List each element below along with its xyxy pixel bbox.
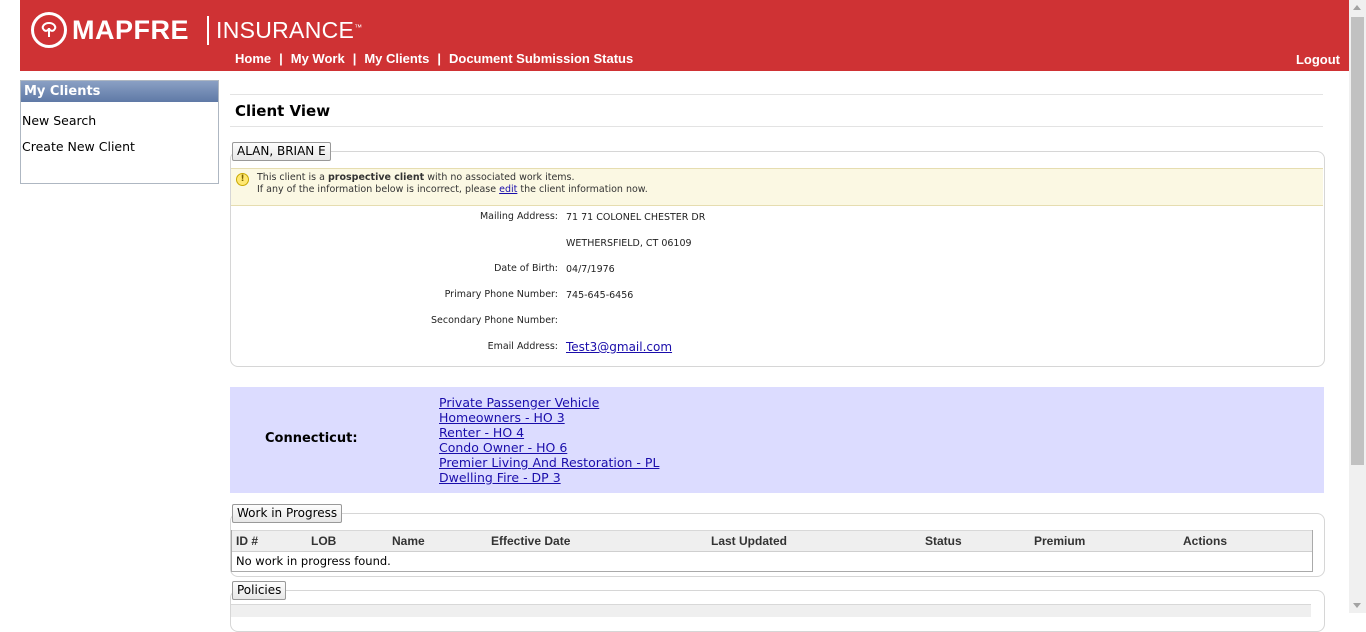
- primary-phone-label: Primary Phone Number:: [444, 289, 558, 300]
- brand-subtitle: INSURANCE™: [216, 17, 363, 43]
- notice-line-1: This client is a prospective client with…: [257, 172, 575, 183]
- state-products-panel: Connecticut: Private Passenger Vehicle H…: [230, 387, 1324, 493]
- state-label: Connecticut:: [265, 431, 358, 446]
- secondary-phone-label: Secondary Phone Number:: [431, 315, 558, 326]
- scroll-up-arrow-icon[interactable]: [1353, 5, 1361, 10]
- policies-button[interactable]: Policies: [232, 581, 287, 600]
- column-header-effective-date[interactable]: Effective Date: [491, 534, 570, 548]
- scrollbar-thumb[interactable]: [1351, 17, 1364, 465]
- scroll-down-arrow-icon[interactable]: [1353, 603, 1361, 608]
- page-title: Client View: [235, 102, 331, 120]
- notice-line-2: If any of the information below is incor…: [257, 184, 648, 195]
- product-link-condo-owner-ho6[interactable]: Condo Owner - HO 6: [439, 440, 659, 455]
- column-header-lob[interactable]: LOB: [311, 534, 336, 548]
- app-header: MAPFRE INSURANCE™ Home | My Work | My Client…: [20, 0, 1350, 71]
- nav-my-work[interactable]: My Work: [291, 51, 345, 66]
- product-link-homeowners-ho3[interactable]: Homeowners - HO 3: [439, 410, 659, 425]
- nav-my-clients[interactable]: My Clients: [364, 51, 429, 66]
- product-list: Private Passenger Vehicle Homeowners - H…: [439, 395, 659, 485]
- logout-link[interactable]: Logout: [1296, 52, 1340, 67]
- brand-divider: [207, 16, 209, 45]
- trademark-mark: ™: [354, 23, 363, 32]
- product-link-dwelling-fire-dp3[interactable]: Dwelling Fire - DP 3: [439, 470, 659, 485]
- edit-client-link[interactable]: edit: [499, 184, 517, 195]
- column-header-name[interactable]: Name: [392, 534, 425, 548]
- sidebar-title: My Clients: [21, 81, 218, 102]
- page-scrollbar[interactable]: [1349, 0, 1366, 613]
- nav-separator: |: [279, 51, 283, 66]
- email-address-link[interactable]: Test3@gmail.com: [566, 340, 672, 354]
- nav-separator: |: [437, 51, 441, 66]
- mapfre-logo-icon[interactable]: [31, 12, 67, 48]
- column-header-premium[interactable]: Premium: [1034, 534, 1085, 548]
- policies-grid-header: [231, 604, 1311, 617]
- page-title-bar: Client View: [230, 94, 1323, 127]
- work-in-progress-grid: ID # LOB Name Effective Date Last Update…: [231, 530, 1313, 572]
- column-header-actions[interactable]: Actions: [1183, 534, 1227, 548]
- date-of-birth-value: 04/7/1976: [566, 264, 615, 275]
- prospective-client-notice: ! This client is a prospective client wi…: [231, 168, 1323, 206]
- product-link-premier-living-pl[interactable]: Premier Living And Restoration - PL: [439, 455, 659, 470]
- email-address-label: Email Address:: [487, 341, 558, 352]
- grid-header: ID # LOB Name Effective Date Last Update…: [232, 530, 1312, 552]
- sidebar-item-new-search[interactable]: New Search: [21, 114, 218, 128]
- sidebar-item-create-new-client[interactable]: Create New Client: [21, 140, 218, 154]
- nav-home[interactable]: Home: [235, 51, 271, 66]
- date-of-birth-label: Date of Birth:: [494, 263, 558, 274]
- mailing-address-label: Mailing Address:: [479, 211, 558, 222]
- mailing-address-line-2: WETHERSFIELD, CT 06109: [566, 238, 692, 249]
- main-nav: Home | My Work | My Clients | Document Submiss…: [235, 51, 633, 66]
- warning-icon: !: [236, 173, 249, 186]
- product-link-private-passenger-vehicle[interactable]: Private Passenger Vehicle: [439, 395, 659, 410]
- sidebar: My Clients New Search Create New Client: [20, 80, 219, 184]
- product-link-renter-ho4[interactable]: Renter - HO 4: [439, 425, 659, 440]
- mailing-address-line-1: 71 71 COLONEL CHESTER DR: [566, 212, 706, 223]
- client-name-button[interactable]: ALAN, BRIAN E: [232, 142, 331, 161]
- brand-name: MAPFRE: [72, 15, 189, 45]
- nav-document-submission-status[interactable]: Document Submission Status: [449, 51, 633, 66]
- primary-phone-value: 745-645-6456: [566, 290, 634, 301]
- nav-separator: |: [352, 51, 357, 66]
- column-header-last-updated[interactable]: Last Updated: [711, 534, 787, 548]
- column-header-id[interactable]: ID #: [236, 534, 258, 548]
- work-in-progress-button[interactable]: Work in Progress: [232, 504, 343, 523]
- column-header-status[interactable]: Status: [925, 534, 962, 548]
- no-work-in-progress-message: No work in progress found.: [236, 554, 391, 568]
